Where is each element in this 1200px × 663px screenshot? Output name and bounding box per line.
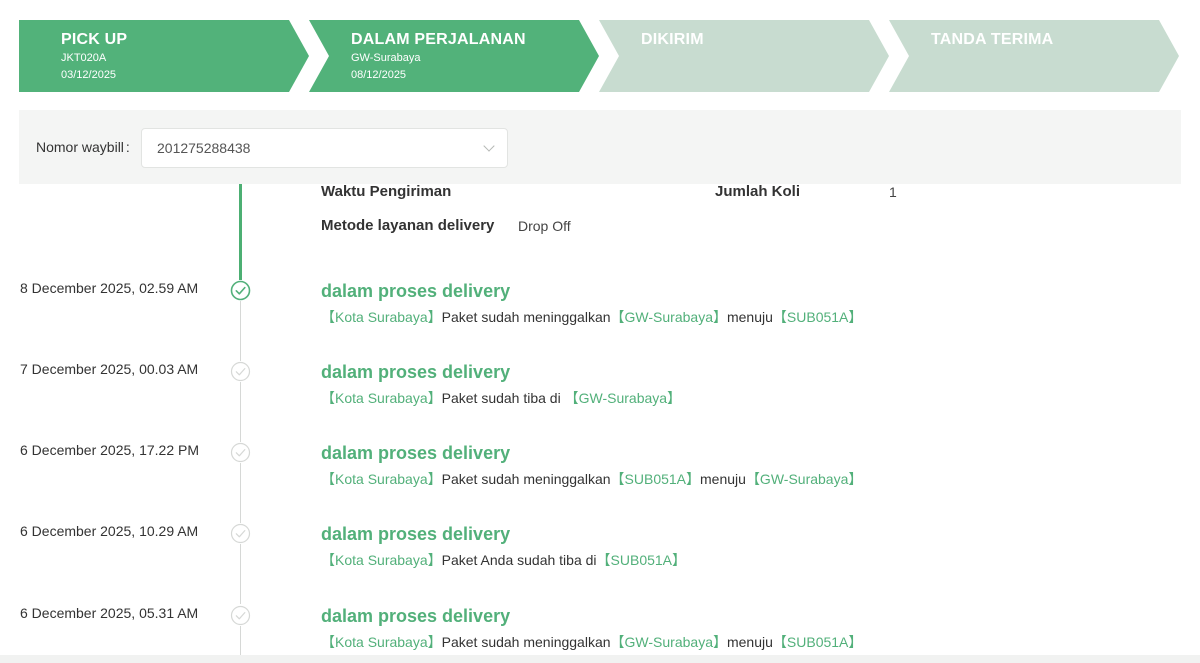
event-text: menuju [700, 471, 746, 487]
waybill-label: Nomor waybill: [36, 139, 130, 155]
step-date: 03/12/2025 [61, 69, 117, 81]
step-dalam-perjalanan: DALAM PERJALANAN GW-Surabaya 08/12/2025 [309, 20, 601, 92]
location-tag: 【Kota Surabaya】 [321, 634, 442, 650]
event-time: 7 December 2025, 00.03 AM [20, 361, 199, 377]
event-time: 6 December 2025, 05.31 AM [20, 605, 199, 621]
step-tanda-terima: TANDA TERIMA [889, 20, 1181, 92]
location-tag: 【GW-Surabaya】 [564, 390, 682, 406]
step-title: DALAM PERJALANAN [351, 31, 526, 48]
waybill-bar: Nomor waybill: 201275288438 [19, 110, 1181, 184]
event-description: 【Kota Surabaya】Paket Anda sudah tiba di【… [321, 550, 686, 570]
event-description: 【Kota Surabaya】Paket sudah tiba di 【GW-S… [321, 388, 681, 408]
event-description: 【Kota Surabaya】Paket sudah meninggalkan【… [321, 307, 862, 327]
location-tag: 【Kota Surabaya】 [321, 309, 442, 325]
event-status: dalam proses delivery [321, 524, 511, 544]
timeline-line [240, 381, 241, 442]
location-tag: 【SUB051A】 [596, 552, 687, 568]
location-tag: 【SUB051A】 [772, 634, 863, 650]
timeline-line [240, 300, 241, 361]
location-tag: 【Kota Surabaya】 [321, 552, 442, 568]
check-circle-outline-icon [230, 442, 251, 463]
event-time: 6 December 2025, 17.22 PM [20, 442, 199, 458]
event-description: 【Kota Surabaya】Paket sudah meninggalkan【… [321, 632, 862, 652]
step-dikirim: DIKIRIM [599, 20, 891, 92]
delivery-method-label: Metode layanan delivery [321, 217, 495, 234]
timeline-active-line [239, 184, 242, 280]
tracking-stepper: PICK UP JKT020A 03/12/2025 DALAM PERJALA… [19, 20, 1181, 92]
location-tag: 【GW-Surabaya】 [610, 634, 727, 650]
event-text: Paket sudah meninggalkan [441, 309, 611, 325]
step-location: JKT020A [61, 52, 107, 64]
waybill-value: 201275288438 [157, 140, 251, 156]
event-text: Paket Anda sudah tiba di [441, 552, 597, 568]
event-text: Paket sudah meninggalkan [441, 634, 611, 650]
check-circle-outline-icon [230, 523, 251, 544]
event-text: Paket sudah tiba di [441, 390, 565, 406]
event-time: 6 December 2025, 10.29 AM [20, 523, 199, 539]
event-status: dalam proses delivery [321, 606, 511, 626]
timeline-line [240, 543, 241, 604]
location-tag: 【SUB051A】 [772, 309, 863, 325]
waybill-select[interactable]: 201275288438 [141, 128, 508, 168]
check-circle-outline-icon [230, 605, 251, 626]
check-circle-outline-icon [230, 361, 251, 382]
delivery-method-value: Drop Off [518, 218, 571, 234]
event-status: dalam proses delivery [321, 443, 511, 463]
timeline-line [240, 624, 241, 655]
location-tag: 【Kota Surabaya】 [321, 471, 442, 487]
chevron-down-icon [483, 140, 495, 152]
location-tag: 【GW-Surabaya】 [745, 471, 863, 487]
step-title: DIKIRIM [641, 31, 704, 48]
bottom-strip [0, 655, 1200, 663]
event-time: 8 December 2025, 02.59 AM [20, 280, 199, 296]
event-description: 【Kota Surabaya】Paket sudah meninggalkan【… [321, 469, 862, 489]
koli-label: Jumlah Koli [715, 183, 801, 200]
location-tag: 【GW-Surabaya】 [610, 309, 727, 325]
event-text: menuju [726, 634, 773, 650]
location-tag: 【Kota Surabaya】 [321, 390, 442, 406]
step-date: 08/12/2025 [351, 69, 407, 81]
shipping-time-label: Waktu Pengiriman [321, 183, 452, 200]
timeline-line [240, 462, 241, 523]
step-pick-up: PICK UP JKT020A 03/12/2025 [19, 20, 311, 92]
step-title: PICK UP [61, 31, 128, 48]
location-tag: 【SUB051A】 [610, 471, 701, 487]
koli-value: 1 [889, 184, 897, 200]
event-status: dalam proses delivery [321, 281, 511, 301]
event-text: menuju [726, 309, 773, 325]
event-text: Paket sudah meninggalkan [441, 471, 611, 487]
step-location: GW-Surabaya [351, 52, 421, 64]
step-title: TANDA TERIMA [931, 31, 1054, 48]
event-status: dalam proses delivery [321, 362, 511, 382]
check-circle-icon [230, 280, 251, 301]
